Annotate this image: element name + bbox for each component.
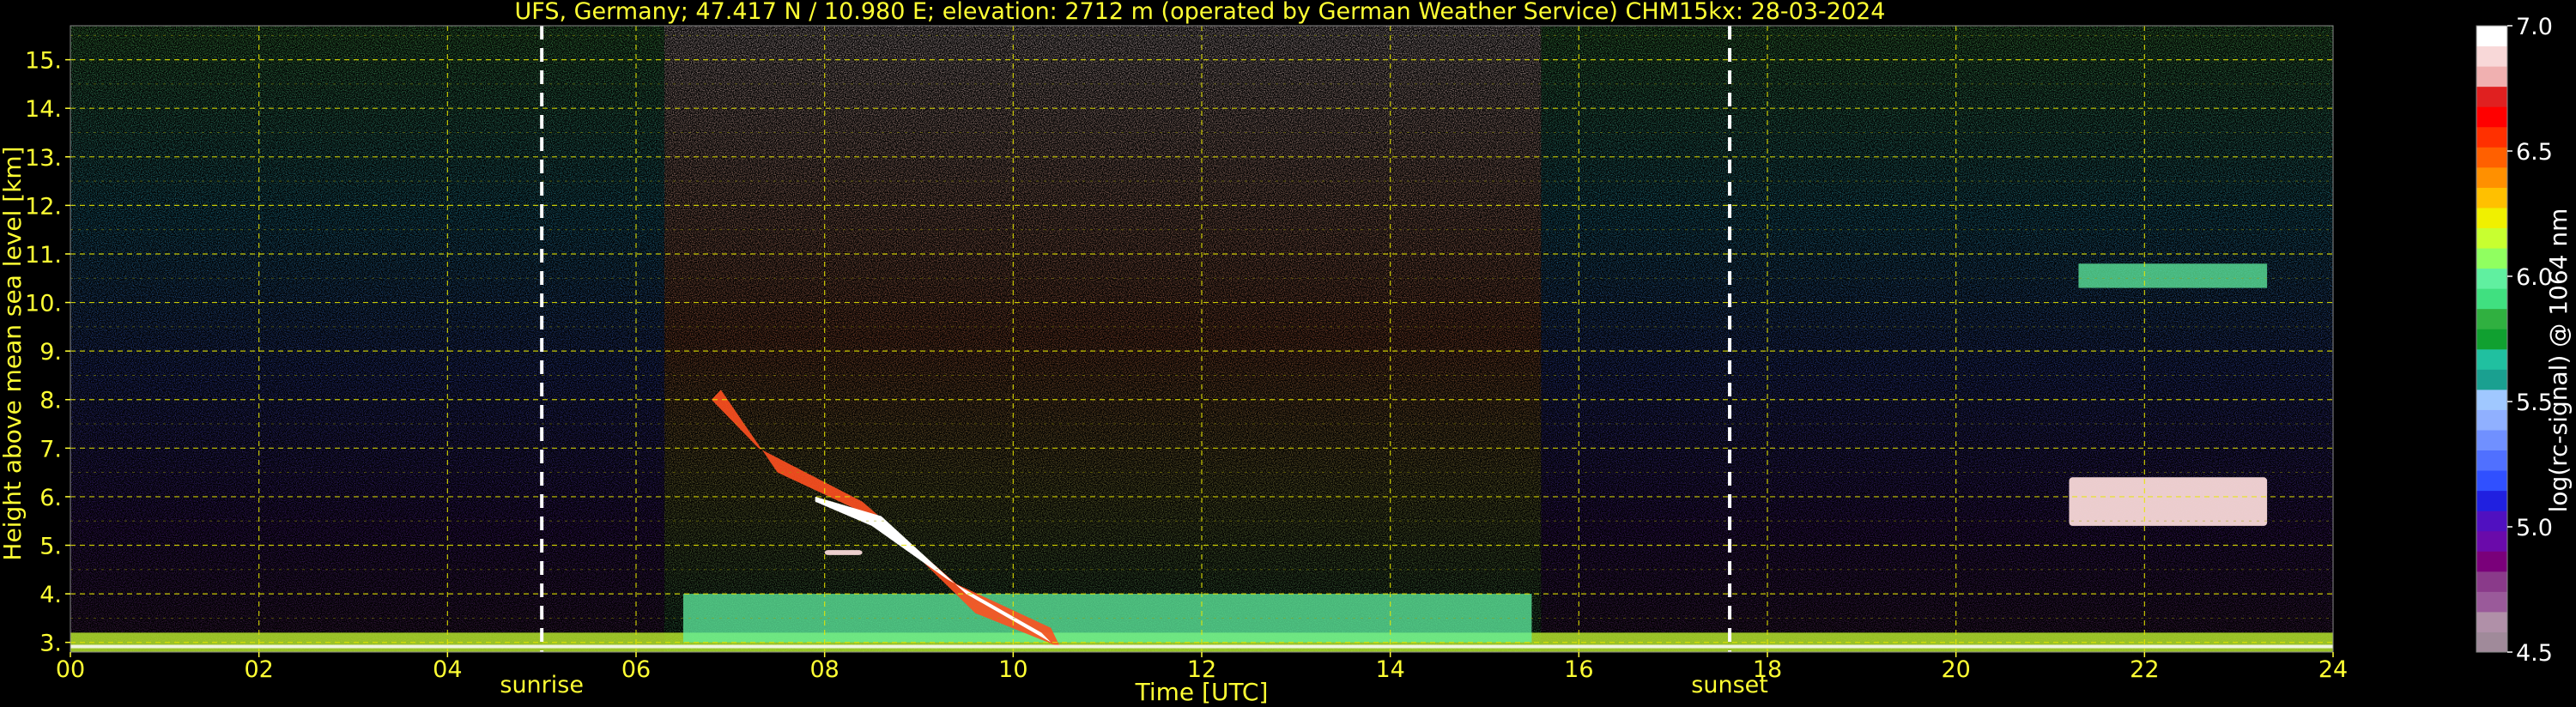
x-tick-label: 00	[56, 656, 85, 683]
colorbar-segment	[2476, 248, 2507, 269]
colorbar-segment	[2476, 450, 2507, 471]
x-tick-label: 08	[809, 656, 839, 683]
y-tick-label: 14.	[25, 96, 62, 123]
colorbar-segment	[2476, 166, 2507, 188]
y-axis-label: Height above mean sea level [km]	[0, 146, 27, 560]
ground-signal	[70, 644, 2333, 649]
colorbar-segment	[2476, 329, 2507, 350]
colorbar-segment	[2476, 490, 2507, 511]
colorbar-segment	[2476, 348, 2507, 370]
colorbar-segment	[2476, 126, 2507, 148]
y-tick-label: 7.	[39, 436, 62, 462]
x-tick-label: 24	[2318, 656, 2348, 683]
y-tick-label: 13.	[25, 145, 62, 172]
colorbar-segment	[2476, 409, 2507, 431]
colorbar-segment	[2476, 511, 2507, 532]
x-tick-label: 16	[1564, 656, 1593, 683]
y-tick-label: 9.	[39, 339, 62, 366]
y-tick-label: 12.	[25, 193, 62, 220]
night-field-morning	[70, 26, 664, 652]
y-tick-label: 8.	[39, 388, 62, 414]
colorbar-segment	[2476, 470, 2507, 492]
colorbar-label: log(rc-signal) @ 1064 nm	[2544, 208, 2573, 513]
x-tick-label: 04	[433, 656, 462, 683]
y-tick-label: 10.	[25, 291, 62, 317]
colorbar-segment	[2476, 106, 2507, 128]
colorbar-segment	[2476, 308, 2507, 329]
colorbar-segment	[2476, 571, 2507, 592]
dusk-field	[1541, 26, 1730, 652]
x-tick-label: 20	[1941, 656, 1970, 683]
x-tick-label: 02	[244, 656, 273, 683]
colorbar-segment	[2476, 631, 2507, 653]
x-tick-label: 10	[998, 656, 1027, 683]
feature-cloud-near-6-km	[2069, 477, 2268, 526]
colorbar-tick-label: 7.0	[2516, 14, 2553, 40]
chart-title: UFS, Germany; 47.417 N / 10.980 E; eleva…	[515, 0, 1886, 25]
night-field-evening	[1730, 26, 2333, 652]
colorbar-segment	[2476, 530, 2507, 552]
colorbar-segment	[2476, 45, 2507, 67]
colorbar-segment	[2476, 591, 2507, 613]
colorbar-segment	[2476, 268, 2507, 289]
colorbar-tick-label: 6.5	[2516, 139, 2553, 166]
y-axis-ticks: 3. 4. 5. 6. 7. 8. 9. 10. 11. 12. 13. 14. 15.	[25, 48, 70, 657]
colorbar-segment	[2476, 66, 2507, 88]
x-tick-label: 14	[1375, 656, 1404, 683]
y-tick-label: 5.	[39, 534, 62, 560]
x-tick-label: 06	[621, 656, 651, 683]
ceilometer-chart: sunrise sunset 00 02 04 06 08 10 12 14 16 18 20 22 24…	[0, 0, 2573, 706]
y-tick-label: 11.	[25, 242, 62, 269]
feature-small-cloud	[824, 550, 863, 555]
colorbar-segment	[2476, 551, 2507, 572]
marker-label-sunrise: sunrise	[500, 672, 584, 698]
colorbar: 4.55.05.56.06.57.0	[2476, 14, 2553, 667]
colorbar-segment	[2476, 86, 2507, 107]
x-axis-label: Time [UTC]	[1135, 678, 1269, 706]
x-tick-label: 22	[2130, 656, 2159, 683]
y-tick-label: 6.	[39, 485, 62, 511]
feature-thin-cirrus-near-10-5-km	[2078, 263, 2268, 288]
day-field	[664, 26, 1542, 652]
y-tick-label: 3.	[39, 631, 62, 657]
colorbar-segment	[2476, 26, 2507, 47]
colorbar-segment	[2476, 429, 2507, 451]
y-tick-label: 15.	[25, 48, 62, 75]
x-tick-label: 18	[1753, 656, 1782, 683]
colorbar-segment	[2476, 187, 2507, 208]
colorbar-segment	[2476, 288, 2507, 310]
colorbar-segment	[2476, 611, 2507, 632]
colorbar-tick-label: 5.0	[2516, 515, 2553, 541]
y-tick-label: 4.	[39, 582, 62, 608]
colorbar-segment	[2476, 227, 2507, 249]
colorbar-segment	[2476, 369, 2507, 390]
colorbar-tick-label: 4.5	[2516, 640, 2553, 667]
colorbar-segment	[2476, 389, 2507, 410]
colorbar-segment	[2476, 147, 2507, 168]
colorbar-segment	[2476, 207, 2507, 228]
